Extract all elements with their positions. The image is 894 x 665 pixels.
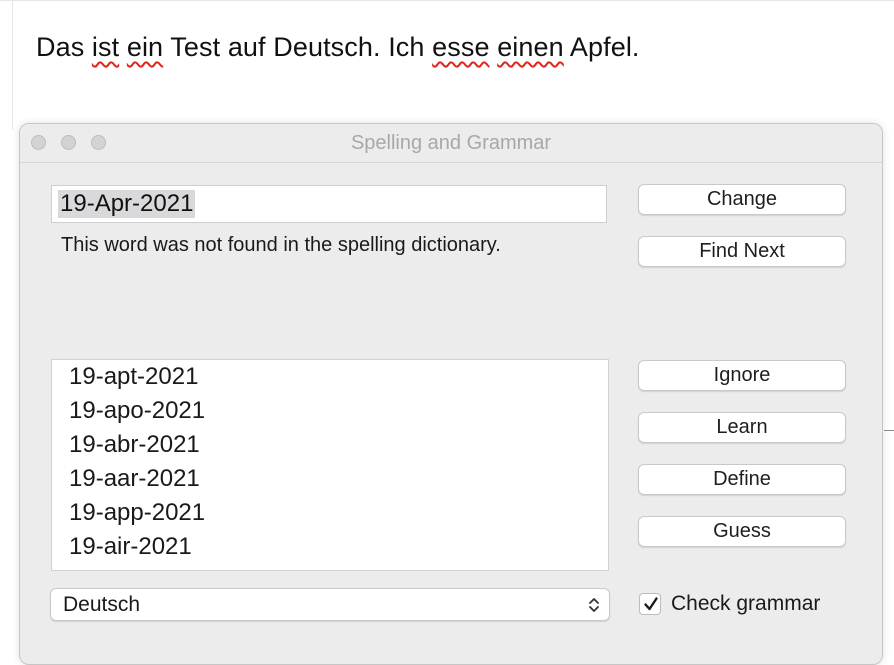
learn-button[interactable]: Learn: [638, 412, 846, 443]
sentence-text: Apfel.: [563, 32, 640, 62]
language-select[interactable]: Deutsch: [50, 588, 610, 621]
list-item[interactable]: 19-abr-2021: [69, 431, 200, 459]
status-message: This word was not found in the spelling …: [61, 234, 501, 256]
list-item[interactable]: 19-apo-2021: [69, 397, 205, 425]
checkmark-icon: [644, 597, 658, 611]
check-grammar-label: Check grammar: [671, 592, 821, 615]
change-button[interactable]: Change: [638, 184, 846, 215]
language-value: Deutsch: [63, 593, 141, 616]
sentence-text: Das: [36, 32, 92, 62]
up-down-chevron-icon: [589, 598, 599, 612]
document-left-edge: [12, 0, 13, 130]
list-item[interactable]: 19-aar-2021: [69, 465, 200, 493]
list-item[interactable]: 19-air-2021: [69, 533, 192, 561]
flagged-word: ein: [126, 32, 164, 62]
panel-titlebar[interactable]: Spelling and Grammar: [20, 124, 882, 163]
guess-button[interactable]: Guess: [638, 516, 846, 547]
misspelled-word-field[interactable]: 19-Apr-2021: [51, 185, 607, 223]
misspelled-word[interactable]: 19-Apr-2021: [58, 190, 196, 218]
flagged-word: ist: [91, 32, 120, 62]
spelling-grammar-panel: Spelling and Grammar 19-Apr-2021 This wo…: [19, 123, 883, 665]
document-top-edge: [0, 0, 894, 1]
document-sentence[interactable]: Das ist ein Test auf Deutsch. Ich esse e…: [36, 32, 640, 63]
list-item[interactable]: 19-app-2021: [69, 499, 205, 527]
flagged-word: einen: [497, 32, 564, 62]
sentence-text: Test auf Deutsch. Ich: [163, 32, 433, 62]
ignore-button[interactable]: Ignore: [638, 360, 846, 391]
find-next-button[interactable]: Find Next: [638, 236, 846, 267]
check-grammar-checkbox[interactable]: [639, 593, 661, 615]
suggestion-list[interactable]: 19-apt-2021 19-apo-2021 19-abr-2021 19-a…: [51, 359, 609, 571]
define-button[interactable]: Define: [638, 464, 846, 495]
panel-title: Spelling and Grammar: [350, 132, 552, 154]
document-right-edge: [884, 430, 894, 431]
flagged-word: esse: [432, 32, 490, 62]
list-item[interactable]: 19-apt-2021: [69, 363, 198, 391]
sentence-text: [119, 32, 127, 62]
